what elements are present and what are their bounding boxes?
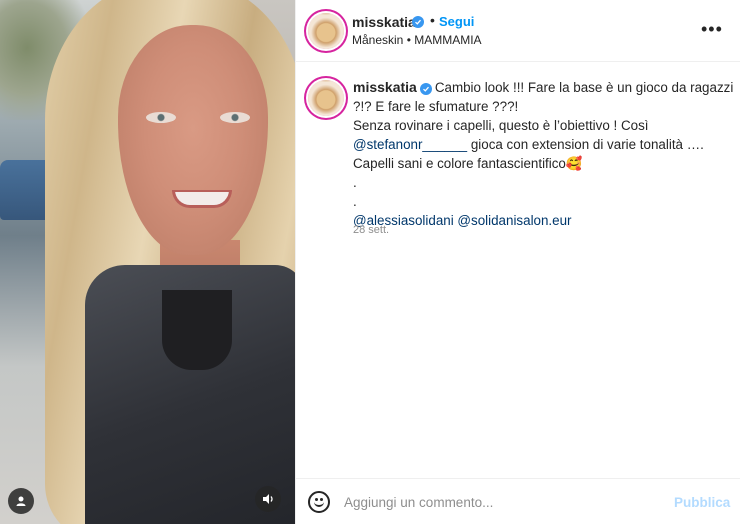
caption-author-username[interactable]: misskatia: [353, 79, 417, 95]
caption-line: gioca con extension di varie tonalità ….: [467, 137, 704, 152]
user-tag-icon[interactable]: [8, 488, 34, 514]
emoji-smile: [314, 501, 324, 507]
caption-dot: .: [353, 194, 357, 209]
follow-button[interactable]: Segui: [439, 14, 474, 29]
verified-badge-icon: [412, 16, 424, 28]
post-timestamp[interactable]: 28 sett.: [353, 224, 389, 236]
author-username[interactable]: misskatia: [352, 14, 416, 30]
comment-bar: Pubblica: [296, 478, 740, 524]
subject-eye-right: [220, 112, 250, 123]
publish-button[interactable]: Pubblica: [674, 495, 730, 510]
caption-line: Capelli sani e colore fantascientifico🥰: [353, 156, 583, 171]
post-header: misskatia • Segui Måneskin • MAMMAMIA ••…: [296, 0, 740, 62]
subject-eye-left: [146, 112, 176, 123]
verified-badge-icon: [419, 83, 432, 95]
caption-dot: .: [353, 175, 357, 190]
subject-collar: [162, 290, 232, 370]
emoji-icon[interactable]: [308, 491, 330, 513]
caption-line: Senza rovinare i capelli, questo è l’obi…: [353, 118, 649, 133]
caption-author-avatar[interactable]: [308, 80, 344, 116]
mention-link[interactable]: @stefanonr______: [353, 137, 467, 152]
post-details-panel: misskatia • Segui Måneskin • MAMMAMIA ••…: [296, 0, 740, 524]
author-avatar[interactable]: [308, 13, 344, 49]
mention-link[interactable]: @solidanisalon.eur: [457, 213, 571, 228]
caption-line: Cambio look !!! Fare la base è un gioco …: [434, 80, 734, 95]
more-options-icon[interactable]: •••: [701, 20, 723, 38]
comment-input[interactable]: [344, 489, 664, 515]
subject-smile: [172, 190, 232, 208]
caption-text: misskatia Cambio look !!! Fare la base è …: [353, 78, 733, 230]
sound-icon[interactable]: [255, 486, 281, 512]
caption-line: ?!? E fare le sfumature ???!: [353, 99, 519, 114]
audio-track-link[interactable]: Måneskin • MAMMAMIA: [352, 33, 482, 47]
separator-dot: •: [430, 12, 435, 28]
post-media[interactable]: [0, 0, 295, 524]
